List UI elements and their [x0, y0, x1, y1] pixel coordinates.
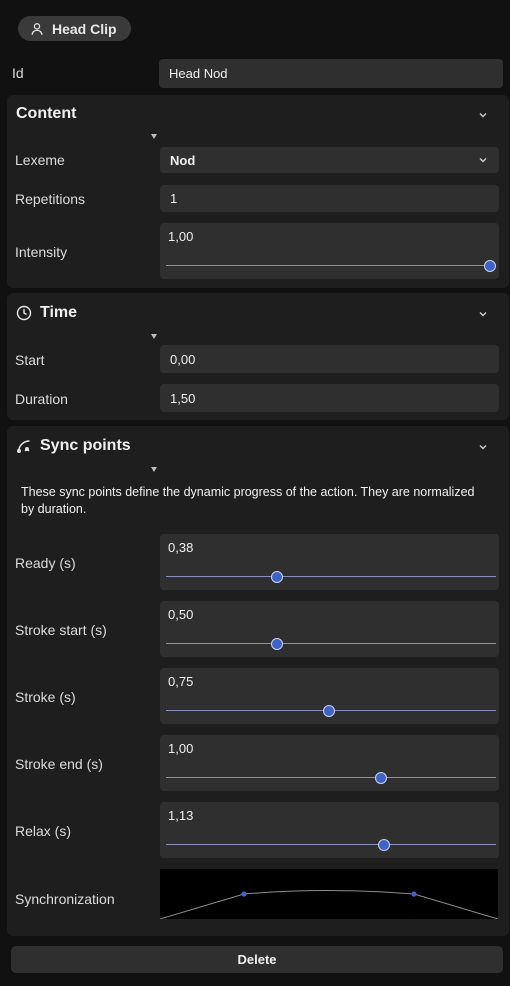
sync-slider-track	[166, 576, 496, 577]
sync-slider[interactable]: 0,75	[160, 668, 499, 724]
curve-icon	[17, 440, 30, 453]
synchronization-label: Synchronization	[15, 891, 115, 907]
id-label: Id	[12, 65, 24, 81]
sync-slider-label: Stroke start (s)	[15, 622, 107, 638]
sync-curve-point[interactable]	[411, 891, 417, 897]
clip-chip[interactable]: Head Clip	[18, 16, 131, 41]
sync-slider[interactable]: 0,50	[160, 601, 499, 657]
lexeme-chevron-down-icon	[479, 158, 487, 163]
sync-slider[interactable]: 1,13	[160, 802, 499, 858]
clip-label: Head Clip	[52, 20, 117, 37]
sync-slider-value: 0,38	[168, 540, 194, 555]
sync-slider-track	[166, 643, 496, 644]
lexeme-select[interactable]: Nod	[160, 147, 499, 173]
user-icon	[31, 22, 43, 35]
sync-slider-thumb[interactable]	[377, 839, 390, 851]
intensity-value: 1,00	[168, 229, 194, 244]
repetitions-field[interactable]: 1	[160, 185, 499, 212]
sync-curve-point[interactable]	[241, 891, 247, 897]
sync-slider-value: 0,50	[168, 607, 194, 622]
time-title: Time	[40, 304, 78, 321]
sync-caret-icon	[151, 467, 157, 472]
sync-slider-label: Stroke end (s)	[15, 756, 103, 772]
repetitions-label: Repetitions	[15, 191, 86, 207]
sync-slider[interactable]: 1,00	[160, 735, 499, 791]
id-field[interactable]: Head Nod	[159, 59, 503, 88]
content-collapse-chevron-icon[interactable]	[477, 109, 489, 121]
sync-collapse-chevron-icon[interactable]	[477, 441, 489, 453]
content-caret-icon	[151, 134, 157, 139]
time-collapse-chevron-icon[interactable]	[477, 308, 489, 320]
intensity-label: Intensity	[15, 244, 68, 260]
sync-slider-thumb[interactable]	[323, 705, 335, 717]
content-title: Content	[16, 105, 77, 122]
sync-slider-thumb[interactable]	[374, 772, 387, 784]
graph-background	[160, 869, 498, 919]
sync-description: These sync points define the dynamic pro…	[21, 485, 475, 516]
lexeme-value: Nod	[170, 152, 196, 168]
sync-slider-thumb[interactable]	[271, 571, 284, 583]
sync-slider-value: 1,13	[168, 808, 194, 823]
start-label: Start	[15, 352, 45, 368]
time-caret-icon	[151, 334, 157, 339]
sync-slider-label: Ready (s)	[15, 555, 76, 571]
sync-slider-value: 0,75	[168, 674, 194, 689]
sync-slider-label: Stroke (s)	[15, 689, 76, 705]
sync-title: Sync points	[40, 437, 131, 454]
sync-slider[interactable]: 0,38	[160, 534, 499, 590]
sync-slider-track	[166, 777, 496, 778]
intensity-track	[166, 265, 496, 266]
start-field[interactable]: 0,00	[160, 345, 499, 373]
sync-slider-label: Relax (s)	[15, 823, 72, 839]
synchronization-graph[interactable]	[160, 869, 498, 919]
delete-button[interactable]: Delete	[11, 946, 503, 973]
content-header[interactable]: Content	[16, 105, 76, 123]
duration-label: Duration	[15, 391, 68, 407]
time-header[interactable]: Time	[16, 304, 77, 322]
intensity-slider[interactable]: 1,00	[160, 223, 499, 279]
intensity-thumb[interactable]	[484, 260, 496, 272]
lexeme-label: Lexeme	[15, 152, 65, 168]
sync-slider-value: 1,00	[168, 741, 194, 756]
sync-slider-thumb[interactable]	[271, 638, 284, 650]
clock-icon	[16, 305, 32, 321]
duration-field[interactable]: 1,50	[160, 384, 499, 412]
sync-header[interactable]: Sync points	[16, 437, 131, 455]
sync-slider-track	[166, 844, 496, 845]
